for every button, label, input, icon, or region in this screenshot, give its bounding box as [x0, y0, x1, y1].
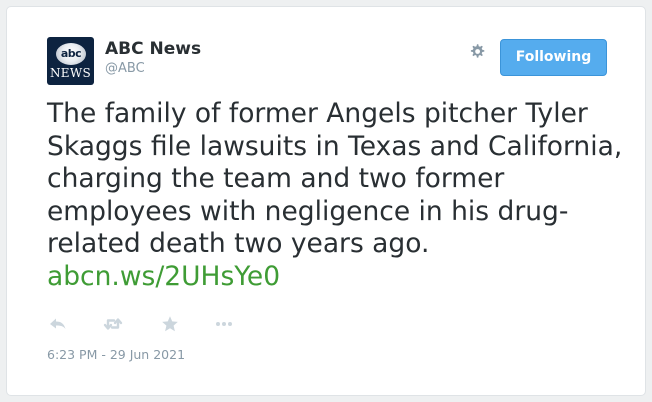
tweet-timestamp[interactable]: 6:23 PM - 29 Jun 2021 — [47, 347, 185, 362]
account-handle[interactable]: @ABC — [105, 61, 145, 76]
tweet-card: abc NEWS ABC News @ABC Following The fam… — [6, 6, 646, 396]
avatar[interactable]: abc NEWS — [47, 37, 94, 85]
avatar-news-label: NEWS — [49, 66, 91, 80]
tweet-text: The family of former Angels pitcher Tyle… — [47, 98, 627, 293]
account-name[interactable]: ABC News — [105, 39, 201, 59]
gear-icon[interactable] — [465, 40, 489, 64]
following-button[interactable]: Following — [500, 39, 607, 76]
star-icon[interactable] — [159, 313, 181, 335]
more-icon[interactable] — [213, 313, 235, 335]
tweet-actions — [47, 313, 307, 335]
abc-logo: abc — [56, 43, 86, 65]
tweet-link[interactable]: abcn.ws/2UHsYe0 — [47, 261, 280, 292]
retweet-icon[interactable] — [102, 313, 124, 335]
reply-icon[interactable] — [47, 313, 69, 335]
tweet-body: The family of former Angels pitcher Tyle… — [47, 98, 623, 259]
